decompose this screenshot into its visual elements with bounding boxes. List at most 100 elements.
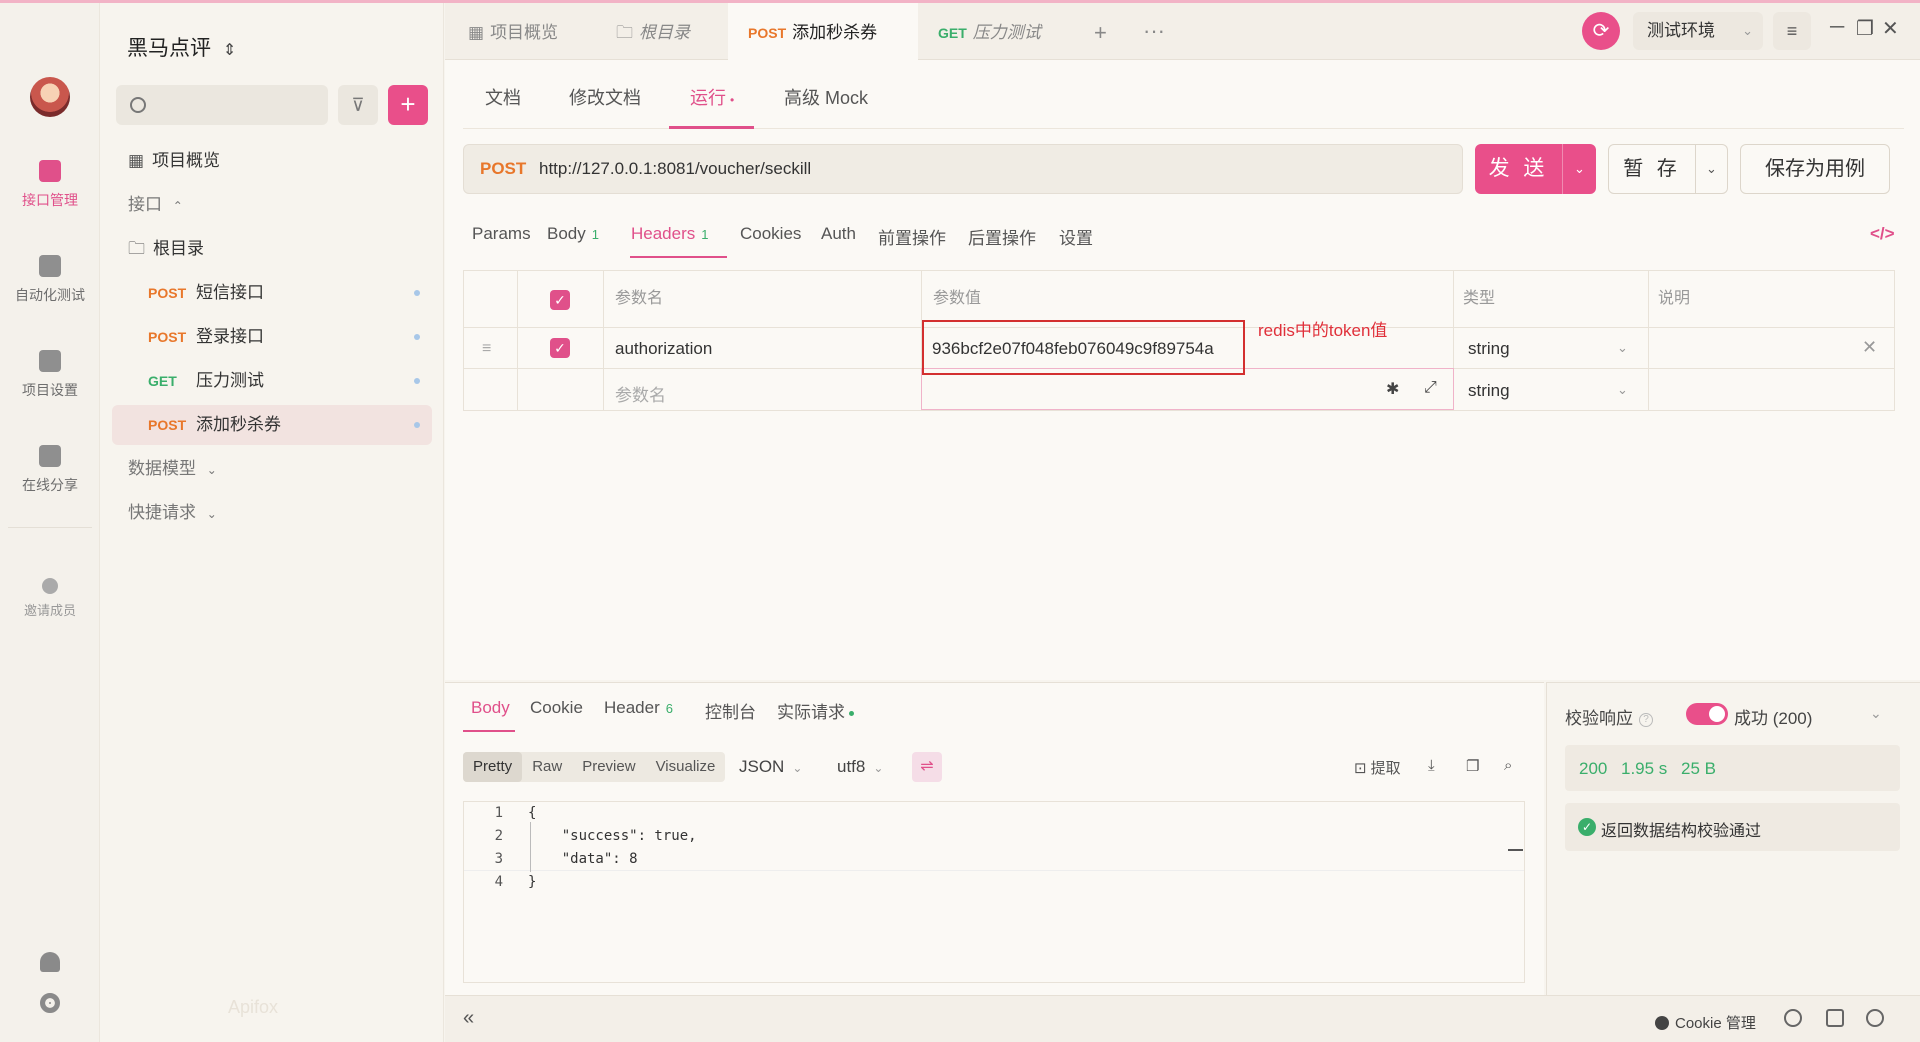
rail-divider	[8, 527, 92, 528]
column-header-type: 类型	[1463, 290, 1496, 307]
save-dropdown-button[interactable]: ⌄	[1696, 144, 1728, 194]
settings-icon	[39, 350, 61, 372]
close-icon[interactable]: ✕	[1882, 16, 1899, 41]
tab-auth[interactable]: Auth	[821, 224, 856, 244]
expand-icon[interactable]: ⤢	[1424, 379, 1437, 397]
wrap-lines-button[interactable]: ⇌	[912, 752, 942, 782]
tab-params[interactable]: Params	[472, 224, 531, 244]
tab-stress-test[interactable]: GET 压力测试	[918, 3, 1061, 60]
send-dropdown-button[interactable]: ⌄	[1562, 144, 1596, 194]
cookie-manager-button[interactable]: Cookie 管理	[1655, 1012, 1756, 1033]
save-as-case-button[interactable]: 保存为用例	[1740, 144, 1890, 194]
shirt-icon[interactable]	[1826, 1009, 1844, 1027]
rail-item-label: 自动化测试	[15, 287, 85, 303]
view-raw[interactable]: Raw	[522, 752, 572, 782]
rail-item-automation[interactable]: 自动化测试	[0, 255, 100, 305]
sync-button[interactable]: ⟳	[1582, 12, 1620, 50]
tab-pre-actions[interactable]: 前置操作	[878, 224, 946, 249]
send-button[interactable]: 发 送	[1475, 144, 1562, 194]
project-switcher[interactable]: 黑马点评 ⇕	[127, 32, 236, 62]
active-tab-indicator	[463, 730, 515, 732]
header-name-input[interactable]: authorization	[615, 339, 712, 359]
tab-root[interactable]: 🗀 根目录	[596, 3, 710, 60]
tab-advanced-mock[interactable]: 高级 Mock	[784, 84, 868, 110]
delete-row-icon[interactable]: ✕	[1862, 337, 1877, 358]
tab-body[interactable]: Body 1	[547, 224, 599, 244]
more-icon[interactable]: ···	[1143, 18, 1165, 44]
format-select[interactable]: JSON ⌄	[739, 757, 802, 777]
endpoint-item[interactable]: POST 登录接口	[112, 317, 432, 357]
drag-handle-icon[interactable]: ≡	[482, 340, 491, 358]
add-button[interactable]: +	[388, 85, 428, 125]
upload-icon[interactable]	[1784, 1009, 1802, 1027]
tab-post-actions[interactable]: 后置操作	[968, 224, 1036, 249]
new-tab-plus-icon[interactable]: +	[1094, 20, 1107, 46]
type-select[interactable]: string	[1468, 381, 1510, 401]
tab-edit-doc[interactable]: 修改文档	[569, 84, 641, 110]
avatar[interactable]	[30, 77, 70, 117]
validate-toggle[interactable]	[1686, 703, 1728, 725]
tab-doc[interactable]: 文档	[485, 84, 521, 110]
minimize-icon[interactable]: ─	[1830, 16, 1844, 39]
environment-select[interactable]: 测试环境 ⌄	[1633, 12, 1763, 50]
tab-headers[interactable]: Headers 1	[631, 224, 709, 244]
search-input[interactable]	[116, 85, 328, 125]
tab-label: 根目录	[639, 23, 690, 42]
type-select[interactable]: string	[1468, 339, 1510, 359]
tab-response-header[interactable]: Header 6	[604, 698, 673, 718]
sidebar-item-data-models[interactable]: 数据模型 ⌄	[112, 449, 432, 489]
help-icon[interactable]: ?	[1639, 712, 1653, 727]
sidebar-item-overview[interactable]: ▦ 项目概览	[112, 141, 432, 181]
rail-item-share[interactable]: 在线分享	[0, 445, 100, 495]
save-button[interactable]: 暂 存	[1608, 144, 1696, 194]
search-icon[interactable]: ⌕	[1504, 757, 1512, 774]
response-size: 25 B	[1681, 759, 1716, 778]
tab-settings[interactable]: 设置	[1059, 224, 1093, 249]
filter-button[interactable]: ⊽	[338, 85, 378, 125]
menu-button[interactable]: ≡	[1773, 12, 1811, 50]
code-icon[interactable]: </>	[1870, 224, 1895, 244]
download-icon[interactable]: ⤓	[1428, 757, 1435, 774]
select-all-checkbox[interactable]: ✓	[550, 290, 570, 310]
endpoint-name: 登录接口	[196, 327, 264, 346]
header-name-placeholder[interactable]: 参数名	[615, 381, 666, 406]
method-select[interactable]: POST	[480, 159, 526, 179]
chevron-up-icon: ⌃	[172, 199, 183, 213]
bell-icon[interactable]	[40, 952, 60, 972]
magic-wand-icon[interactable]: ✱	[1386, 379, 1399, 399]
type-value: string	[1468, 339, 1510, 358]
view-visualize[interactable]: Visualize	[646, 752, 726, 782]
tab-response-cookie[interactable]: Cookie	[530, 698, 583, 718]
tab-add-voucher[interactable]: POST 添加秒杀券	[728, 3, 918, 98]
endpoint-item[interactable]: POST 短信接口	[112, 273, 432, 313]
url-input[interactable]: POST http://127.0.0.1:8081/voucher/secki…	[463, 144, 1463, 194]
chevron-down-icon[interactable]: ⌄	[1870, 705, 1882, 722]
tab-actual-request[interactable]: 实际请求	[777, 698, 854, 723]
help-circle-icon[interactable]	[1866, 1009, 1884, 1027]
rail-item-api[interactable]: 接口管理	[0, 160, 100, 210]
endpoint-item[interactable]: GET 压力测试	[112, 361, 432, 401]
endpoint-item-selected[interactable]: POST 添加秒杀券	[112, 405, 432, 445]
gear-icon[interactable]	[40, 993, 60, 1013]
view-preview[interactable]: Preview	[572, 752, 645, 782]
tab-run[interactable]: 运行 •	[690, 84, 734, 110]
encoding-select[interactable]: utf8 ⌄	[837, 757, 883, 777]
tab-response-body[interactable]: Body	[471, 698, 510, 718]
view-pretty[interactable]: Pretty	[463, 752, 523, 782]
left-rail	[0, 3, 100, 1042]
restore-icon[interactable]: ❐	[1856, 16, 1874, 41]
rail-item-settings[interactable]: 项目设置	[0, 350, 100, 400]
tab-cookies[interactable]: Cookies	[740, 224, 801, 244]
row-checkbox[interactable]: ✓	[550, 338, 570, 358]
tab-console[interactable]: 控制台	[705, 698, 756, 723]
sidebar-item-quick-requests[interactable]: 快捷请求 ⌄	[112, 493, 432, 533]
tab-overview[interactable]: ▦ 项目概览	[448, 3, 578, 60]
tab-label: 运行	[690, 88, 726, 108]
collapse-sidebar-icon[interactable]: «	[463, 1007, 474, 1030]
invite-member-button[interactable]: 邀请成员	[0, 578, 100, 619]
extract-button[interactable]: ⊡ 提取	[1354, 757, 1401, 778]
sidebar-item-root[interactable]: 🗀 根目录	[112, 229, 432, 269]
response-status-select[interactable]: 成功 (200)	[1734, 704, 1812, 729]
copy-icon[interactable]: ❐	[1466, 757, 1479, 775]
sidebar-item-interfaces[interactable]: 接口 ⌃	[112, 185, 432, 225]
